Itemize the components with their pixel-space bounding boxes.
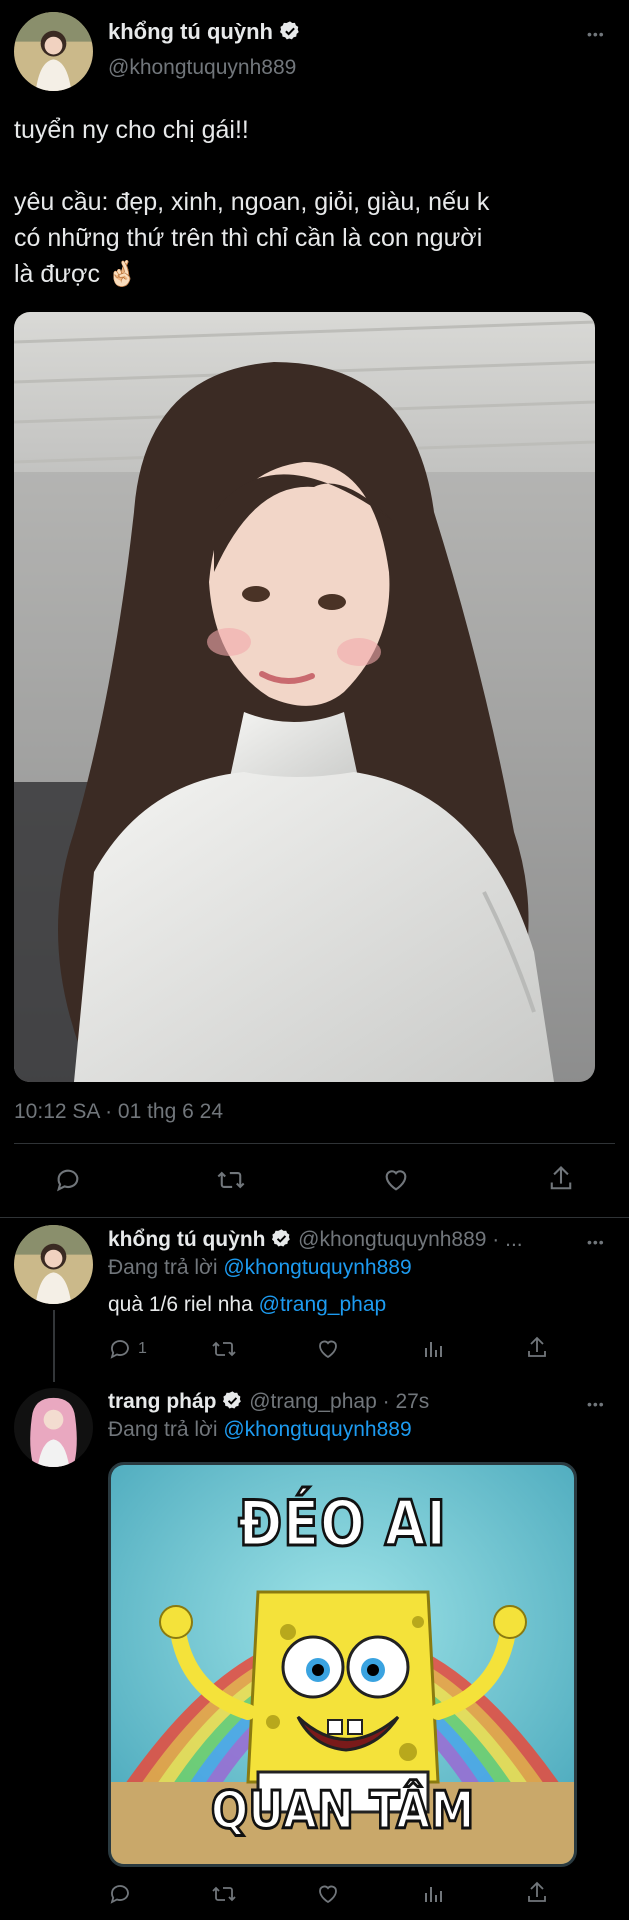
handle[interactable]: @khongtuquynh889 · ...	[298, 1228, 522, 1251]
tweet-text-line: có những thứ trên thì chỉ cần là con ngư…	[14, 224, 483, 252]
more-options-icon[interactable]: •••	[587, 1234, 605, 1250]
tweet-text-line: yêu cầu: đẹp, xinh, ngoan, giỏi, giàu, n…	[14, 188, 490, 216]
handle[interactable]: @trang_phap	[249, 1390, 377, 1413]
verified-badge-icon	[222, 1390, 243, 1417]
meme-caption-bottom: QUAN TÂM	[209, 1780, 475, 1843]
reply-icon[interactable]	[54, 1166, 82, 1194]
display-name[interactable]: trang pháp	[108, 1390, 217, 1413]
divider	[0, 1217, 629, 1218]
reply-count: 1	[138, 1340, 147, 1357]
display-name[interactable]: khổng tú quỳnh	[108, 19, 273, 44]
display-name[interactable]: khổng tú quỳnh	[108, 1228, 265, 1251]
crossed-fingers-emoji: 🤞🏻	[106, 260, 139, 288]
tweet-text: tuyển ny cho chị gái!! yêu cầu: đẹp, xin…	[14, 112, 624, 292]
avatar[interactable]	[14, 1388, 93, 1467]
meme-caption-top: ĐÉO AI	[237, 1486, 448, 1562]
verified-badge-icon	[271, 1228, 292, 1255]
reply-text: quà 1/6 riel nha	[108, 1293, 253, 1316]
avatar[interactable]	[14, 1225, 93, 1304]
share-icon[interactable]	[547, 1164, 575, 1194]
handle[interactable]: @khongtuquynh889	[108, 56, 296, 80]
tweet-timestamp[interactable]: 10:12 SA · 01 thg 6 24	[14, 1100, 223, 1124]
more-options-icon[interactable]: •••	[587, 26, 605, 42]
divider	[14, 1143, 615, 1144]
like-icon[interactable]	[316, 1882, 340, 1906]
tweet-text-line: là được	[14, 260, 100, 288]
replying-to-link[interactable]: @khongtuquynh889	[223, 1418, 411, 1441]
verified-badge-icon	[279, 20, 301, 48]
reply-icon[interactable]	[108, 1882, 132, 1906]
retweet-icon[interactable]	[211, 1337, 237, 1361]
replying-to-label: Đang trả lời	[108, 1256, 218, 1279]
avatar[interactable]	[14, 12, 93, 91]
replying-to-link[interactable]: @khongtuquynh889	[223, 1256, 411, 1279]
share-icon[interactable]	[525, 1880, 549, 1906]
replying-to-label: Đang trả lời	[108, 1418, 218, 1441]
meme-image[interactable]: ĐÉO AI QUAN TÂM	[108, 1462, 577, 1867]
like-icon[interactable]	[316, 1337, 340, 1361]
more-options-icon[interactable]: •••	[587, 1396, 605, 1412]
post-time[interactable]: · 27s	[383, 1390, 430, 1413]
tweet-text-line: tuyển ny cho chị gái!!	[14, 116, 249, 144]
views-icon[interactable]	[421, 1882, 445, 1906]
retweet-icon[interactable]	[211, 1882, 237, 1906]
mention-link[interactable]: @trang_phap	[259, 1293, 387, 1316]
reply-icon[interactable]: 1	[108, 1337, 147, 1361]
retweet-icon[interactable]	[216, 1166, 246, 1194]
share-icon[interactable]	[525, 1335, 549, 1361]
like-icon[interactable]	[382, 1166, 410, 1194]
tweet-photo[interactable]	[14, 312, 595, 1082]
thread-line	[53, 1310, 55, 1382]
views-icon[interactable]	[421, 1337, 445, 1361]
